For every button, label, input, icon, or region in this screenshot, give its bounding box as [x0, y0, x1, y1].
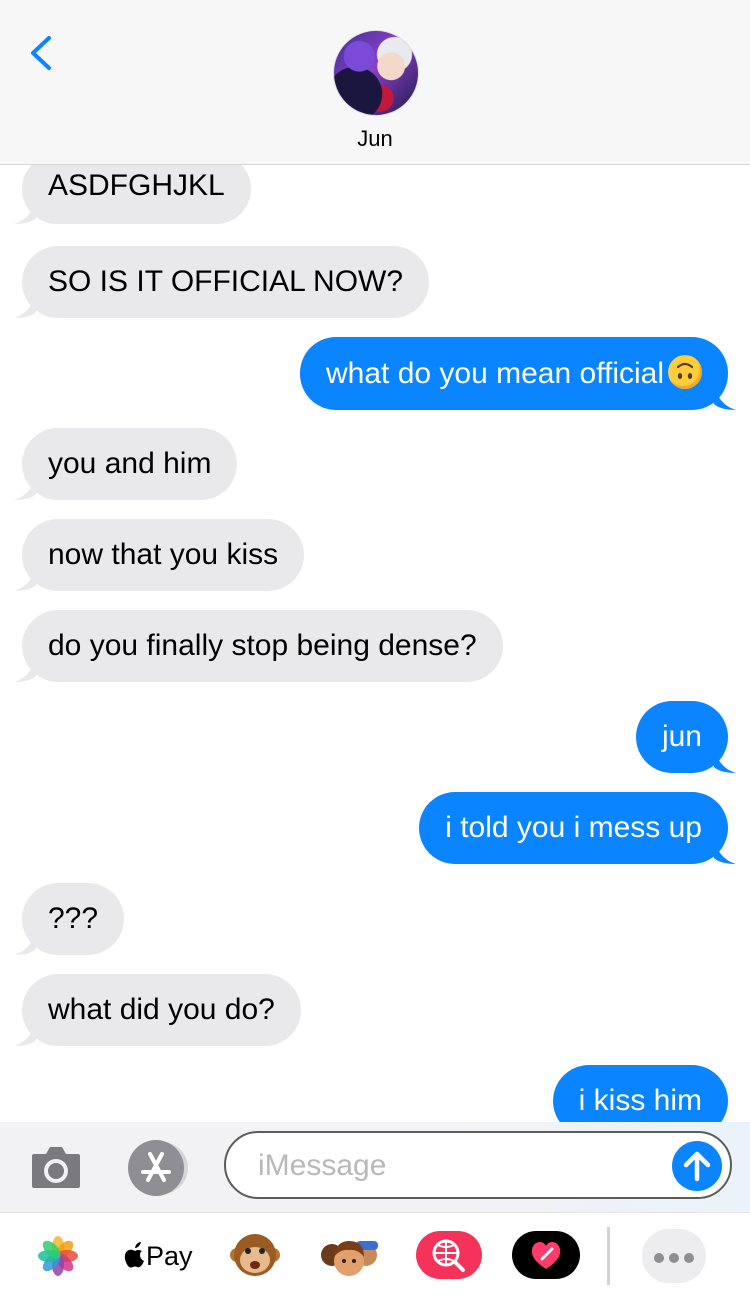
- message-text: what do you mean official: [326, 357, 664, 390]
- apple-pay-label: Pay: [146, 1241, 193, 1271]
- message-sent[interactable]: what do you mean official: [300, 337, 736, 410]
- heart-icon[interactable]: [512, 1229, 580, 1283]
- message-text: what did you do?: [48, 993, 275, 1026]
- more-apps-button[interactable]: [642, 1229, 706, 1283]
- message-thread[interactable]: ASDFGHJKL SO IS IT OFFICIAL NOW? what do…: [0, 164, 750, 1122]
- message-text-input[interactable]: [256, 1145, 660, 1187]
- memoji-icon[interactable]: [318, 1229, 382, 1283]
- upside-down-face-icon: [668, 355, 702, 389]
- apple-icon: [124, 1242, 144, 1268]
- message-received[interactable]: you and him: [14, 428, 238, 500]
- message-sent[interactable]: i kiss him: [552, 1065, 728, 1122]
- message-received[interactable]: SO IS IT OFFICIAL NOW?: [14, 246, 430, 318]
- message-received[interactable]: do you finally stop being dense?: [14, 610, 503, 682]
- contact-name[interactable]: Jun: [0, 126, 750, 152]
- message-text: SO IS IT OFFICIAL NOW?: [48, 265, 404, 298]
- app-store-icon[interactable]: [126, 1138, 188, 1198]
- message-text: now that you kiss: [48, 538, 279, 571]
- globe-search-icon[interactable]: [416, 1229, 482, 1283]
- message-text: you and him: [48, 447, 212, 480]
- message-received[interactable]: ASDFGHJKL: [14, 164, 251, 224]
- app-drawer: Pay: [0, 1212, 750, 1299]
- message-received[interactable]: what did you do?: [14, 974, 301, 1046]
- more-icon-dot: [684, 1253, 694, 1263]
- message-text: ???: [48, 902, 99, 935]
- drawer-divider: [607, 1227, 610, 1285]
- contact-avatar[interactable]: [333, 30, 419, 116]
- monkey-icon[interactable]: [230, 1229, 280, 1283]
- compose-bar: [0, 1122, 750, 1212]
- imessage-input-field[interactable]: [224, 1131, 732, 1199]
- message-text: jun: [661, 720, 702, 753]
- back-chevron-icon[interactable]: [28, 36, 54, 70]
- message-text: ASDFGHJKL: [48, 169, 225, 202]
- arrow-up-icon: [683, 1151, 711, 1182]
- send-button[interactable]: [672, 1141, 722, 1191]
- photos-icon[interactable]: [38, 1229, 78, 1283]
- message-text: i told you i mess up: [445, 811, 702, 844]
- message-received[interactable]: now that you kiss: [14, 519, 305, 591]
- apple-pay-button[interactable]: Pay: [124, 1229, 194, 1283]
- message-text: do you finally stop being dense?: [48, 629, 477, 662]
- message-received[interactable]: ???: [14, 883, 125, 955]
- more-icon-dot: [669, 1253, 679, 1263]
- message-sent[interactable]: i told you i mess up: [419, 792, 736, 864]
- message-text: i kiss him: [578, 1084, 702, 1117]
- message-sent[interactable]: jun: [635, 701, 736, 773]
- conversation-header: Jun: [0, 0, 750, 165]
- camera-icon[interactable]: [30, 1142, 82, 1190]
- more-icon: [654, 1253, 664, 1263]
